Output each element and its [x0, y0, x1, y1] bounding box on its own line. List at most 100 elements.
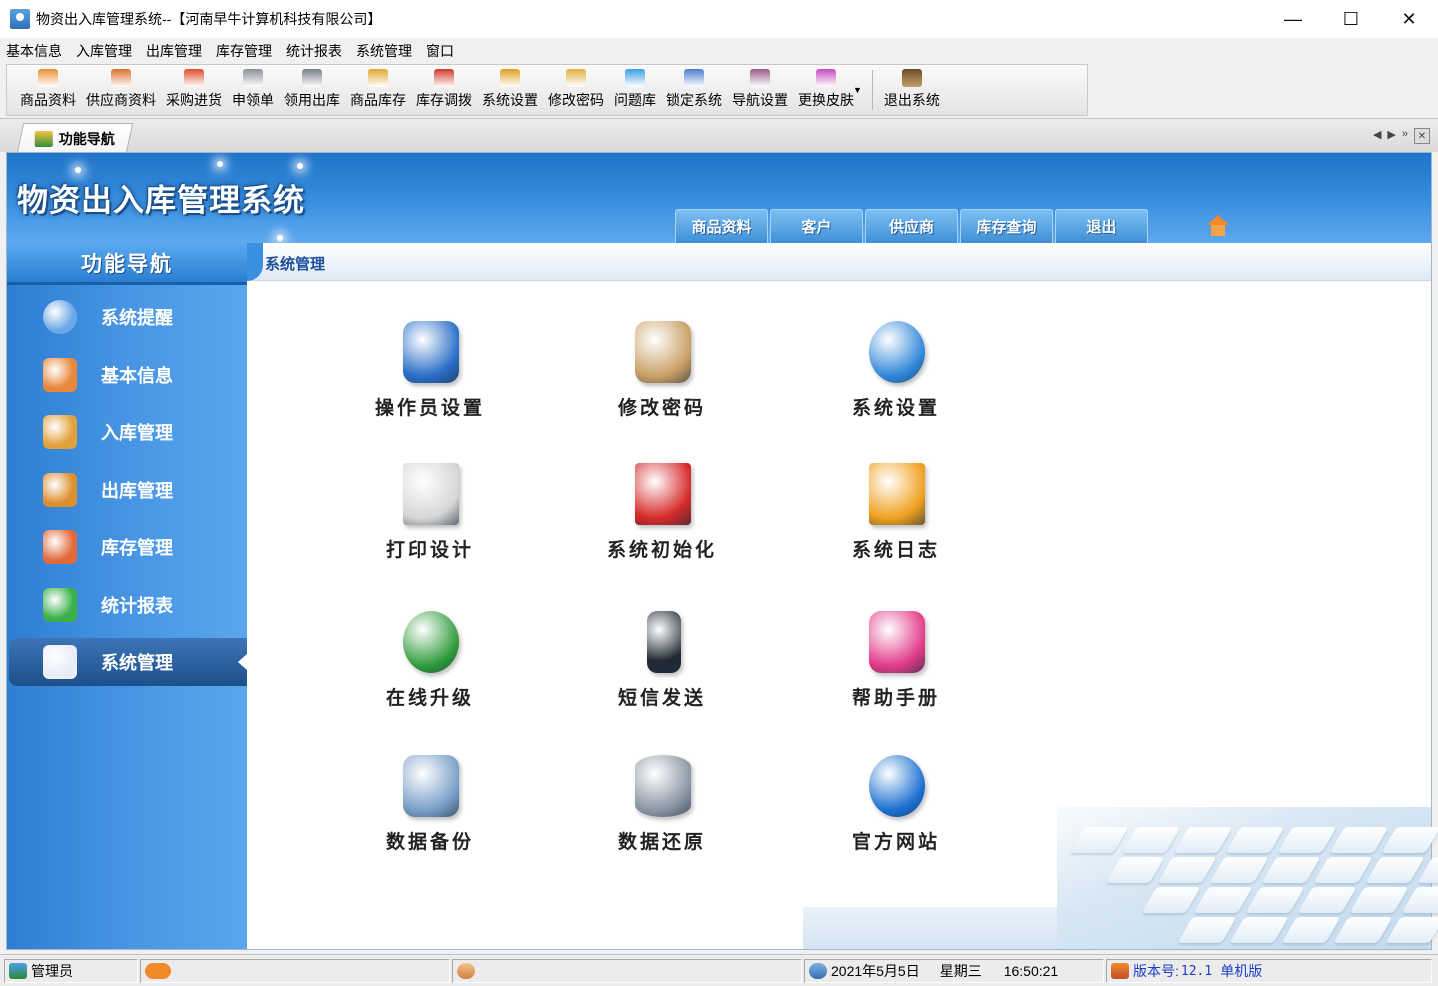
- toolbar-button-4[interactable]: 申领单: [227, 65, 279, 115]
- sidebar-item-3[interactable]: 入库管理: [9, 408, 247, 456]
- maximize-button[interactable]: ☐: [1322, 0, 1380, 38]
- toolbar-button-10[interactable]: 问题库: [609, 65, 661, 115]
- home-icon[interactable]: [1207, 215, 1229, 237]
- sidebar-item-label: 基本信息: [101, 366, 173, 386]
- sidebar-item-2[interactable]: 基本信息: [9, 351, 247, 399]
- minimize-button[interactable]: —: [1264, 0, 1322, 38]
- tab-next-icon[interactable]: ▶: [1387, 128, 1395, 144]
- banner: 物资出入库管理系统 商品资料 客户 供应商 库存查询 退出: [7, 153, 1431, 243]
- function-item-8[interactable]: 短信发送: [587, 605, 737, 710]
- toolbar-button-12[interactable]: 导航设置: [727, 65, 793, 115]
- function-item-3[interactable]: 系统设置: [821, 315, 971, 420]
- menu-stock-in[interactable]: 入库管理: [74, 41, 140, 61]
- form-icon: [243, 69, 263, 87]
- sidebar-item-5[interactable]: 库存管理: [9, 523, 247, 571]
- toolbar-button-11[interactable]: 锁定系统: [661, 65, 727, 115]
- sidebar-item-1[interactable]: 系统提醒: [9, 293, 247, 341]
- status-contact: [452, 959, 802, 983]
- question-icon: [625, 69, 645, 87]
- toolbar-button-7[interactable]: 库存调拨: [411, 65, 477, 115]
- nav-goods-button[interactable]: 商品资料: [675, 209, 768, 243]
- close-button[interactable]: ✕: [1380, 0, 1438, 38]
- sparkle-decoration: [297, 163, 303, 169]
- keyboard-key-decoration: [1333, 917, 1393, 943]
- menu-system[interactable]: 系统管理: [354, 41, 420, 61]
- toolbar-button-3[interactable]: 采购进货: [161, 65, 227, 115]
- banner-nav: 商品资料 客户 供应商 库存查询 退出: [675, 209, 1148, 243]
- status-vip: [140, 959, 450, 983]
- toolbar-button-2[interactable]: 供应商资料: [81, 65, 161, 115]
- sidebar-item-4[interactable]: 出库管理: [9, 466, 247, 514]
- keyboard-key-decoration: [1157, 857, 1217, 883]
- keyboard-key-decoration: [1349, 887, 1409, 913]
- menu-reports[interactable]: 统计报表: [284, 41, 350, 61]
- sidebar-item-7[interactable]: 系统管理: [9, 638, 247, 686]
- exit-system-button[interactable]: 退出系统: [879, 65, 945, 115]
- header-curve: [247, 243, 263, 281]
- tab-prev-icon[interactable]: ◀: [1373, 128, 1381, 144]
- sidebar-item-6[interactable]: 统计报表: [9, 581, 247, 629]
- skin-dropdown-arrow-icon[interactable]: ▼: [853, 85, 862, 95]
- toolbar-button-9[interactable]: 修改密码: [543, 65, 609, 115]
- status-time: 16:50:21: [1003, 963, 1059, 979]
- info-icon: [43, 300, 77, 334]
- globe-laptop-icon: [861, 315, 931, 389]
- menu-inventory[interactable]: 库存管理: [214, 41, 280, 61]
- log-calculator-icon: [861, 457, 931, 531]
- nav-exit-button[interactable]: 退出: [1055, 209, 1148, 243]
- globe-download-icon: [395, 605, 465, 679]
- operators-icon: [395, 315, 465, 389]
- function-label: 打印设计: [385, 540, 474, 561]
- function-item-9[interactable]: 帮助手册: [821, 605, 971, 710]
- key-icon: [566, 69, 586, 87]
- function-item-6[interactable]: 系统日志: [821, 457, 971, 562]
- database-restore-icon: [627, 749, 697, 823]
- nav-customers-button[interactable]: 客户: [770, 209, 863, 243]
- title-bar: 物资出入库管理系统--【河南早牛计算机科技有限公司】 — ☐ ✕: [0, 0, 1438, 38]
- toolbar-button-label: 系统设置: [482, 92, 538, 108]
- keyboard-key-decoration: [1173, 827, 1233, 853]
- goods-icon: [38, 69, 58, 87]
- toolbar-button-label: 更换皮肤: [798, 92, 854, 108]
- menu-stock-out[interactable]: 出库管理: [144, 41, 210, 61]
- function-item-7[interactable]: 在线升级: [355, 605, 505, 710]
- tab-more-icon[interactable]: »: [1402, 128, 1408, 144]
- nav-inventory-query-button[interactable]: 库存查询: [960, 209, 1053, 243]
- keyboard-key-decoration: [1209, 857, 1269, 883]
- settings-icon: [500, 69, 520, 87]
- toolbar-button-1[interactable]: 商品资料: [15, 65, 81, 115]
- function-item-4[interactable]: 打印设计: [355, 457, 505, 562]
- content-header: 系统管理: [247, 243, 1431, 281]
- main-frame: 物资出入库管理系统 商品资料 客户 供应商 库存查询 退出 功能导航 系统提醒基…: [6, 152, 1438, 950]
- function-item-1[interactable]: 操作员设置: [355, 315, 505, 420]
- nav-suppliers-button[interactable]: 供应商: [865, 209, 958, 243]
- tab-function-nav[interactable]: 功能导航: [16, 123, 134, 153]
- menu-window[interactable]: 窗口: [424, 41, 462, 61]
- toolbar-button-label: 供应商资料: [86, 92, 156, 108]
- function-item-5[interactable]: 系统初始化: [587, 457, 737, 562]
- function-icon-shape: [635, 321, 691, 383]
- sparkle-decoration: [75, 167, 81, 173]
- menu-basic-info[interactable]: 基本信息: [4, 41, 70, 61]
- tools-icon: [43, 645, 77, 679]
- exit-system-label: 退出系统: [883, 92, 940, 108]
- sparkle-decoration: [277, 235, 283, 241]
- keyboard-decoration: [1057, 807, 1438, 949]
- function-item-10[interactable]: 数据备份: [355, 749, 505, 854]
- sidebar-item-label: 系统管理: [101, 653, 173, 673]
- user-group-icon: [9, 963, 27, 979]
- toolbar-button-label: 修改密码: [548, 92, 604, 108]
- tab-close-icon[interactable]: ✕: [1414, 128, 1430, 144]
- toolbar-button-label: 申领单: [232, 92, 274, 108]
- function-label: 修改密码: [617, 398, 706, 419]
- function-item-2[interactable]: 修改密码: [587, 315, 737, 420]
- toolbar-button-8[interactable]: 系统设置: [477, 65, 543, 115]
- toolbar-button-5[interactable]: 领用出库: [279, 65, 345, 115]
- function-item-12[interactable]: 官方网站: [821, 749, 971, 854]
- toolbar-button-6[interactable]: 商品库存: [345, 65, 411, 115]
- function-label: 在线升级: [385, 688, 474, 709]
- password-lock-icon: [627, 315, 697, 389]
- menu-bar: 基本信息 入库管理 出库管理 库存管理 统计报表 系统管理 窗口: [0, 38, 1438, 64]
- function-item-11[interactable]: 数据还原: [587, 749, 737, 854]
- toolbar-button-13[interactable]: 更换皮肤: [793, 65, 859, 115]
